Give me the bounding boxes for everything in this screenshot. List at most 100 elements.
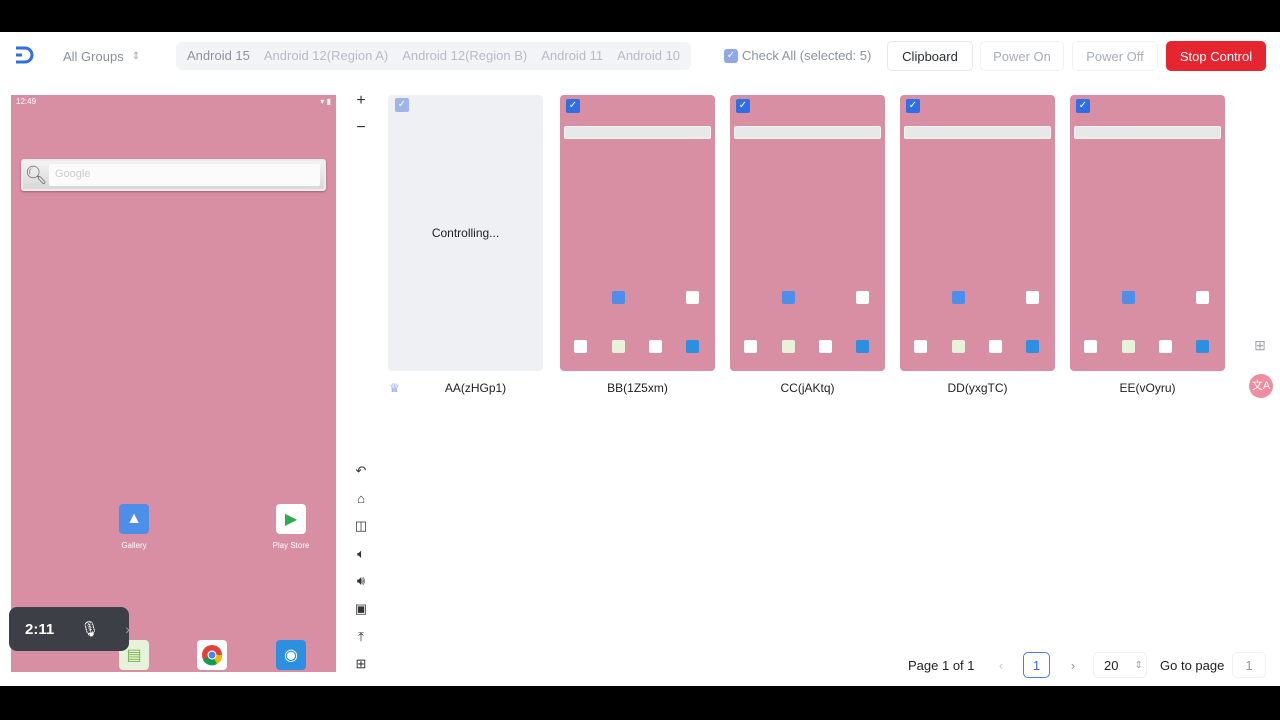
tab-android-10[interactable]: Android 10 [610,42,687,70]
messages-icon [1122,340,1135,353]
main-device-screen[interactable]: 12:49 ▾ ▮ 🔍︎ Google ▲ Gallery ▶ Play Sto… [11,95,336,672]
device-card-bb[interactable]: ✓ [560,95,715,371]
chevron-right-icon[interactable]: › [125,621,130,637]
stop-control-button[interactable]: Stop Control [1166,41,1266,71]
app-window: All Groups ⇕ Android 15 Android 12(Regio… [0,32,1280,686]
play-store-label: Play Store [272,541,310,550]
device-name-bb: BB(1Z5xm) [607,381,668,395]
chrome-icon [989,340,1002,353]
gallery-icon [612,291,625,304]
play-store-icon[interactable]: ▶ [276,504,306,534]
controlling-status: Controlling... [431,226,500,240]
mini-search-widget [734,126,881,139]
gallery-icon [1122,291,1135,304]
chrome-icon[interactable] [197,640,227,670]
prev-page-icon[interactable]: ‹ [992,652,1010,678]
updown-icon: ⇕ [131,50,141,62]
microphone-icon[interactable]: 🎙︎ [80,620,99,638]
page-size-value: 20 [1104,657,1119,673]
recent-apps-icon[interactable]: ◫ [352,517,370,535]
updown-icon: ⇕ [1134,659,1143,671]
page-size-select[interactable]: 20 ⇕ [1093,652,1147,678]
android-version-tabs: Android 15 Android 12(Region A) Android … [176,42,692,70]
top-black-bar [0,0,1280,32]
goto-page-input[interactable]: 1 [1232,652,1266,678]
screen-icon[interactable]: ▣ [352,600,370,618]
app-logo-icon [16,46,34,64]
phone-icon [744,340,757,353]
messages-icon [952,340,965,353]
add-widget-icon[interactable]: ⊞ [1250,337,1270,357]
device-name-cc: CC(jAKtq) [780,381,835,395]
upload-icon[interactable]: ⤒ [352,628,370,646]
status-icons: ▾ ▮ [320,97,331,106]
mini-search-widget [1074,126,1221,139]
volume-up-icon[interactable]: 🔊︎ [352,572,370,590]
next-page-icon[interactable]: › [1064,652,1082,678]
play-store-icon [686,291,699,304]
camera-icon[interactable]: ◉ [276,640,306,670]
phone-icon [914,340,927,353]
goto-page-label: Go to page [1160,657,1225,673]
device-name-aa: AA(zHGp1) [444,381,507,395]
tab-android-12-region-a[interactable]: Android 12(Region A) [257,42,395,70]
chrome-icon [819,340,832,353]
google-search-input[interactable]: Google [49,164,320,186]
device-name-ee: EE(vOyru) [1119,381,1176,395]
power-off-button[interactable]: Power Off [1072,41,1158,71]
group-select-label: All Groups [63,48,124,64]
translate-icon[interactable]: 文A [1249,374,1273,398]
play-store-icon [1196,291,1209,304]
device-card-aa[interactable]: ✓ Controlling... [388,95,543,371]
zoom-out-button[interactable]: − [352,119,370,137]
device-checkbox[interactable]: ✓ [1076,99,1090,113]
tab-android-11[interactable]: Android 11 [534,42,610,70]
clipboard-button[interactable]: Clipboard [887,41,973,71]
device-checkbox[interactable]: ✓ [736,99,750,113]
chrome-icon [649,340,662,353]
device-card-cc[interactable]: ✓ [730,95,885,371]
check-all-label: Check All (selected: 5) [742,48,872,63]
mini-search-widget [564,126,711,139]
tab-android-12-region-b[interactable]: Android 12(Region B) [395,42,534,70]
check-all[interactable]: ✓ Check All (selected: 5) [724,48,871,63]
camera-icon [856,340,869,353]
back-icon[interactable]: ↶ [352,462,370,480]
gallery-icon [782,291,795,304]
gallery-icon [952,291,965,304]
recording-timer[interactable]: 2:11 🎙︎ › [9,607,130,651]
volume-down-icon[interactable]: 🔈︎ [352,545,370,563]
timer-value: 2:11 [25,620,55,638]
home-icon[interactable]: ⌂ [352,490,370,508]
google-search-widget[interactable]: 🔍︎ Google [21,159,326,191]
camera-icon [1026,340,1039,353]
device-checkbox[interactable]: ✓ [395,98,409,112]
messages-icon [782,340,795,353]
pagination-info: Page 1 of 1 [908,657,975,673]
messages-icon [612,340,625,353]
phone-icon [574,340,587,353]
search-icon: 🔍︎ [24,164,48,185]
device-checkbox[interactable]: ✓ [906,99,920,113]
device-card-ee[interactable]: ✓ [1070,95,1225,371]
power-on-button[interactable]: Power On [980,41,1064,71]
camera-icon [1196,340,1209,353]
current-page-button[interactable]: 1 [1023,652,1050,678]
status-time: 12:49 [16,97,37,106]
tab-android-15[interactable]: Android 15 [180,42,257,70]
device-checkbox[interactable]: ✓ [566,99,580,113]
status-bar: 12:49 ▾ ▮ [11,95,336,109]
gallery-label: Gallery [121,541,147,550]
apps-grid-icon[interactable]: ⊞ [352,655,370,673]
camera-icon [686,340,699,353]
group-select[interactable]: All Groups ⇕ [52,42,140,70]
bottom-black-bar [0,686,1280,720]
gallery-icon[interactable]: ▲ [119,504,149,534]
play-store-icon [1026,291,1039,304]
play-store-icon [856,291,869,304]
device-card-dd[interactable]: ✓ [900,95,1055,371]
device-name-dd: DD(yxgTC) [947,381,1008,395]
checkbox-checked-icon[interactable]: ✓ [724,48,738,63]
mini-search-widget [904,126,1051,139]
zoom-in-button[interactable]: + [352,92,370,110]
